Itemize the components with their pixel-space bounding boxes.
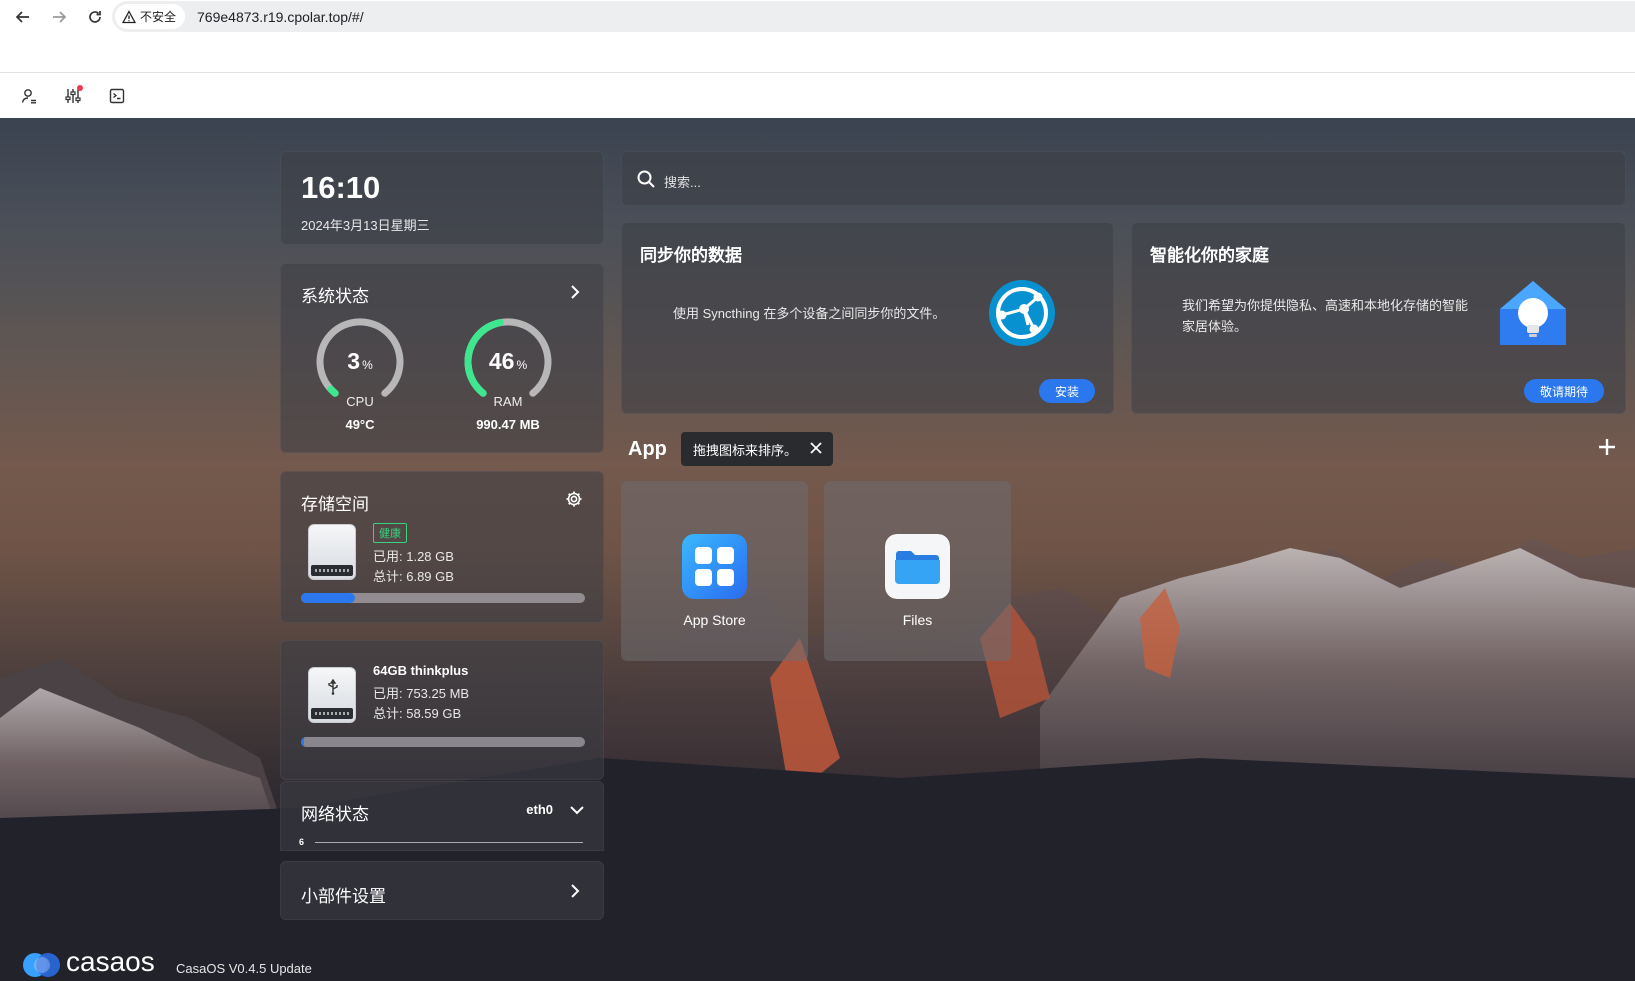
network-title: 网络状态 bbox=[301, 805, 369, 824]
promo-description: 我们希望为你提供隐私、高速和本地化存储的智能家居体验。 bbox=[1182, 298, 1469, 334]
usb-icon bbox=[328, 678, 338, 695]
syncthing-promo-card: 同步你的数据 使用 Syncthing 在多个设备之间同步你的文件。 安装 bbox=[621, 222, 1114, 414]
promo-title: 智能化你的家庭 bbox=[1150, 246, 1269, 265]
disk-icon bbox=[308, 524, 356, 580]
ram-gauge: 46% RAM 990.47 MB bbox=[458, 316, 558, 436]
folder-icon bbox=[885, 534, 950, 599]
usb-usage-fill bbox=[301, 737, 304, 747]
usb-total: 总计: 58.59 GB bbox=[373, 706, 462, 721]
system-status-title: 系统状态 bbox=[301, 287, 369, 306]
version-label[interactable]: CasaOS V0.4.5 Update bbox=[176, 961, 312, 976]
storage-usage-bar bbox=[301, 593, 585, 603]
usb-drive-icon bbox=[308, 667, 356, 723]
page-top-strip bbox=[0, 33, 1635, 73]
settings-button[interactable] bbox=[58, 81, 88, 111]
casaos-logo-icon bbox=[23, 953, 60, 977]
app-store-icon bbox=[682, 534, 747, 599]
arrow-left-icon bbox=[15, 10, 29, 23]
usb-used: 已用: 753.25 MB bbox=[373, 686, 470, 701]
add-app-icon[interactable] bbox=[1596, 436, 1618, 458]
ram-percent: 46% bbox=[488, 348, 528, 374]
coming-soon-button[interactable]: 敬请期待 bbox=[1524, 379, 1605, 403]
chevron-down-icon[interactable] bbox=[569, 802, 585, 818]
network-graph-line bbox=[315, 842, 583, 843]
app-section-title: App bbox=[628, 438, 667, 460]
promo-description: 使用 Syncthing 在多个设备之间同步你的文件。 bbox=[673, 306, 946, 321]
network-interface-select[interactable]: eth0 bbox=[526, 802, 553, 817]
arrow-right-icon bbox=[53, 10, 67, 23]
security-indicator[interactable]: 不安全 bbox=[115, 4, 186, 29]
back-button[interactable] bbox=[10, 4, 36, 30]
cpu-percent: 3% bbox=[347, 348, 373, 374]
url-text: 769e4873.r19.cpolar.top/#/ bbox=[197, 8, 364, 25]
clock-widget: 16:10 2024年3月13日星期三 bbox=[280, 151, 604, 245]
tooltip-text: 拖拽图标来排序。 bbox=[693, 442, 798, 458]
promo-title: 同步你的数据 bbox=[640, 246, 742, 265]
health-badge: 健康 bbox=[373, 523, 407, 543]
cpu-label: CPU bbox=[346, 394, 374, 409]
widget-settings-title: 小部件设置 bbox=[301, 887, 386, 906]
security-label: 不安全 bbox=[140, 10, 177, 24]
warning-icon bbox=[122, 9, 136, 23]
network-widget: 网络状态 eth0 6 bbox=[280, 781, 604, 851]
logo-text: casaos bbox=[66, 946, 155, 977]
search-input[interactable]: 搜索... bbox=[664, 172, 701, 191]
ram-label: RAM bbox=[493, 394, 523, 409]
dashboard-background: 16:10 2024年3月13日星期三 系统状态 3% CPU 49°C 46%… bbox=[0, 118, 1635, 981]
app-name: App Store bbox=[683, 612, 746, 628]
network-scale-label: 6 bbox=[299, 837, 305, 847]
gear-icon[interactable] bbox=[565, 490, 583, 508]
account-button[interactable] bbox=[14, 81, 44, 111]
cpu-temperature: 49°C bbox=[345, 417, 375, 432]
storage-widget: 存储空间 健康 已用: 1.28 GB 总计: 6.89 GB bbox=[280, 471, 604, 623]
install-button[interactable]: 安装 bbox=[1039, 379, 1096, 403]
user-icon bbox=[21, 89, 36, 104]
storage-usage-fill bbox=[301, 593, 355, 603]
system-status-widget[interactable]: 系统状态 3% CPU 49°C 46% RAM 990.47 MB bbox=[280, 263, 604, 453]
usb-drive-name: 64GB thinkplus bbox=[373, 663, 469, 678]
forward-button[interactable] bbox=[46, 4, 72, 30]
syncthing-icon bbox=[989, 280, 1055, 346]
top-toolbar bbox=[0, 74, 1635, 118]
usb-usage-bar bbox=[301, 737, 585, 747]
storage-used: 已用: 1.28 GB bbox=[373, 549, 454, 564]
ram-used: 990.47 MB bbox=[476, 417, 540, 432]
search-icon bbox=[637, 170, 655, 188]
smart-home-icon bbox=[1500, 281, 1566, 345]
url-field[interactable]: 不安全 769e4873.r19.cpolar.top/#/ bbox=[112, 1, 1635, 32]
casaos-logo: casaos bbox=[22, 946, 155, 978]
reload-icon bbox=[89, 10, 101, 23]
usb-drive-widget: 64GB thinkplus 已用: 753.25 MB 总计: 58.59 G… bbox=[280, 640, 604, 780]
cpu-gauge: 3% CPU 49°C bbox=[310, 316, 410, 436]
terminal-icon bbox=[109, 88, 125, 104]
clock-time: 16:10 bbox=[301, 170, 381, 205]
terminal-button[interactable] bbox=[102, 81, 132, 111]
drag-sort-tooltip: 拖拽图标来排序。 bbox=[681, 432, 833, 466]
storage-total: 总计: 6.89 GB bbox=[373, 569, 454, 584]
browser-address-bar: 不安全 769e4873.r19.cpolar.top/#/ bbox=[0, 0, 1635, 33]
clock-date: 2024年3月13日星期三 bbox=[301, 218, 430, 233]
app-name: Files bbox=[902, 612, 933, 628]
widget-settings-card[interactable]: 小部件设置 bbox=[280, 861, 604, 920]
app-tile-app-store[interactable]: App Store bbox=[621, 481, 808, 661]
reload-button[interactable] bbox=[82, 4, 108, 30]
search-bar[interactable]: 搜索... bbox=[621, 151, 1626, 206]
chevron-right-icon[interactable] bbox=[567, 284, 583, 300]
notification-dot bbox=[77, 85, 83, 91]
close-icon[interactable] bbox=[809, 441, 823, 455]
chevron-right-icon[interactable] bbox=[567, 883, 583, 899]
app-tile-files[interactable]: Files bbox=[824, 481, 1011, 661]
storage-title: 存储空间 bbox=[301, 495, 369, 514]
smart-home-promo-card: 智能化你的家庭 我们希望为你提供隐私、高速和本地化存储的智能家居体验。 敬请期待 bbox=[1131, 222, 1626, 414]
